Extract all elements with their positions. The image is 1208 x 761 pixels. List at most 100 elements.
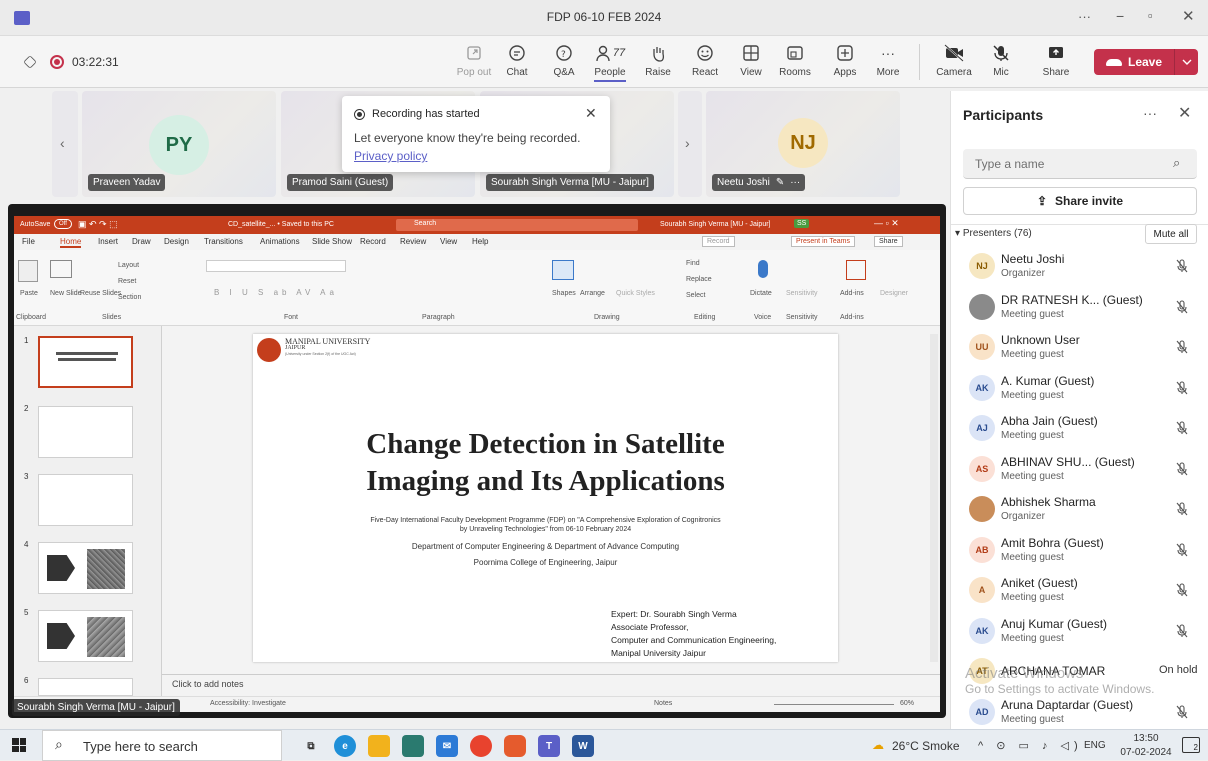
share-button[interactable]: Share	[1034, 40, 1078, 84]
taskbar-search-box[interactable]: ⌕ Type here to search	[42, 730, 282, 761]
present-in-teams-button[interactable]: Present in Teams	[791, 236, 855, 247]
ppt-menu-home[interactable]: Home	[60, 237, 82, 248]
clock-date[interactable]: 07-02-2024	[1112, 747, 1180, 758]
zoom-slider[interactable]	[774, 704, 894, 705]
ppt-menu-review[interactable]: Review	[400, 237, 426, 246]
accessibility-status[interactable]: Accessibility: Investigate	[210, 700, 286, 707]
ppt-menu-insert[interactable]: Insert	[98, 237, 118, 246]
maximize-button[interactable]: ▫	[1148, 8, 1153, 23]
ppt-menu-file[interactable]: File	[22, 237, 35, 246]
ppt-menu-draw[interactable]: Draw	[132, 237, 151, 246]
participant-row[interactable]: DR RATNESH K... (Guest) Meeting guest	[951, 288, 1208, 328]
participant-row[interactable]: A Aniket (Guest) Meeting guest	[951, 571, 1208, 611]
qa-button[interactable]: ? Q&A	[542, 40, 586, 84]
mail-icon[interactable]: ✉	[436, 735, 458, 757]
ppt-menu-help[interactable]: Help	[472, 237, 488, 246]
ppt-menu-design[interactable]: Design	[164, 237, 189, 246]
slide-thumbnail[interactable]	[38, 542, 133, 594]
file-explorer-icon[interactable]	[368, 735, 390, 757]
layout-button[interactable]: Layout	[118, 262, 139, 269]
new-slide-icon[interactable]	[50, 260, 72, 278]
participant-row[interactable]: AK Anuj Kumar (Guest) Meeting guest	[951, 612, 1208, 652]
more-dots[interactable]: ···	[790, 177, 800, 188]
apps-button[interactable]: Apps	[823, 40, 867, 84]
chrome-icon[interactable]	[470, 735, 492, 757]
panel-more-button[interactable]: ···	[1143, 105, 1157, 121]
slide-thumbnail[interactable]	[38, 336, 133, 388]
raise-hand-button[interactable]: Raise	[636, 40, 680, 84]
shapes-icon[interactable]	[552, 260, 574, 280]
strip-next-button[interactable]: ›	[678, 91, 702, 197]
presenters-section-header[interactable]: ▾ Presenters (76)	[955, 228, 1032, 239]
mic-off-icon[interactable]	[1175, 299, 1189, 314]
language-indicator[interactable]: ENG	[1084, 740, 1106, 751]
weather-text[interactable]: 26°C Smoke	[892, 739, 960, 753]
mic-off-icon[interactable]	[1175, 542, 1189, 557]
participant-row[interactable]: NJ Neetu Joshi Organizer	[951, 247, 1208, 287]
ppt-menu-record[interactable]: Record	[360, 237, 386, 246]
mic-off-icon[interactable]	[1175, 340, 1189, 354]
word-icon[interactable]: W	[572, 735, 594, 757]
more-button[interactable]: ··· More	[866, 40, 910, 84]
participant-row[interactable]: AS ABHINAV SHU... (Guest) Meeting guest	[951, 450, 1208, 490]
mic-off-icon[interactable]	[1175, 461, 1189, 476]
slide-thumbnail[interactable]	[38, 474, 133, 526]
slide-thumbnail[interactable]	[38, 678, 133, 696]
participant-row[interactable]: AK A. Kumar (Guest) Meeting guest	[951, 369, 1208, 409]
font-name-field[interactable]	[206, 260, 346, 272]
select-button[interactable]: Select	[686, 292, 705, 299]
mic-off-icon[interactable]	[1175, 259, 1189, 273]
panel-close-button[interactable]: ✕	[1178, 103, 1191, 123]
ppt-menu-transitions[interactable]: Transitions	[204, 237, 243, 246]
strip-prev-button[interactable]: ‹	[52, 91, 78, 197]
notes-area[interactable]: Click to add notes	[162, 674, 940, 694]
camera-button[interactable]: Camera	[932, 40, 976, 84]
ppt-search-box[interactable]: Search	[396, 219, 638, 231]
clock-time[interactable]: 13:50	[1128, 733, 1164, 744]
participant-row[interactable]: AD Aruna Daptardar (Guest) Meeting guest	[951, 693, 1208, 733]
ppt-window-controls[interactable]: — ▫ ✕	[874, 218, 899, 229]
zoom-level[interactable]: 60%	[900, 700, 914, 707]
participant-row[interactable]: AJ Abha Jain (Guest) Meeting guest	[951, 409, 1208, 449]
edge-icon[interactable]: e	[334, 735, 356, 757]
reset-button[interactable]: Reset	[118, 278, 136, 285]
task-view-icon[interactable]: ⧉	[300, 735, 322, 757]
mic-off-icon[interactable]	[1175, 583, 1189, 597]
current-slide[interactable]: MANIPAL UNIVERSITY JAIPUR (University un…	[253, 334, 838, 662]
slide-scrollbar[interactable]	[930, 334, 938, 662]
minimize-button[interactable]: −	[1116, 8, 1124, 24]
leave-options-button[interactable]	[1174, 49, 1198, 75]
dictate-mic-icon[interactable]	[758, 260, 768, 278]
share-invite-button[interactable]: ⇪ Share invite	[963, 187, 1197, 215]
chat-button[interactable]: Chat	[495, 40, 539, 84]
replace-button[interactable]: Replace	[686, 276, 712, 283]
privacy-policy-link[interactable]: Privacy policy	[354, 149, 427, 163]
view-button[interactable]: View	[729, 40, 773, 84]
rooms-button[interactable]: Rooms	[773, 40, 817, 84]
system-tray-icons[interactable]: ^ ⊙ ▭ ♪ ◁)	[978, 739, 1083, 752]
mic-off-icon[interactable]	[1175, 380, 1189, 395]
react-button[interactable]: React	[683, 40, 727, 84]
teams-taskbar-icon[interactable]: T	[538, 735, 560, 757]
store-icon[interactable]	[402, 735, 424, 757]
ppt-menu-animations[interactable]: Animations	[260, 237, 300, 246]
participant-row[interactable]: Abhishek Sharma Organizer	[951, 490, 1208, 530]
mic-off-icon[interactable]	[1175, 502, 1189, 516]
toast-close-button[interactable]: ✕	[585, 105, 597, 122]
brave-icon[interactable]	[504, 735, 526, 757]
people-button[interactable]: 77 People	[588, 40, 632, 84]
more-options-button[interactable]: ···	[1078, 9, 1091, 24]
section-button[interactable]: Section	[118, 294, 141, 301]
font-format-buttons[interactable]: B I U S ab AV Aa	[214, 288, 338, 297]
slide-thumbnail[interactable]	[38, 610, 133, 662]
autosave-toggle[interactable]: Off	[54, 219, 72, 229]
find-button[interactable]: Find	[686, 260, 700, 267]
participant-row[interactable]: UU Unknown User Meeting guest	[951, 328, 1208, 368]
ppt-menu-slide-show[interactable]: Slide Show	[312, 237, 352, 246]
slide-thumbnail[interactable]	[38, 406, 133, 458]
mic-off-icon[interactable]	[1175, 421, 1189, 435]
ppt-share-button[interactable]: Share	[874, 236, 903, 247]
mic-off-icon[interactable]	[1175, 623, 1189, 638]
mic-off-icon[interactable]	[1175, 704, 1189, 719]
add-ins-icon[interactable]	[846, 260, 866, 280]
